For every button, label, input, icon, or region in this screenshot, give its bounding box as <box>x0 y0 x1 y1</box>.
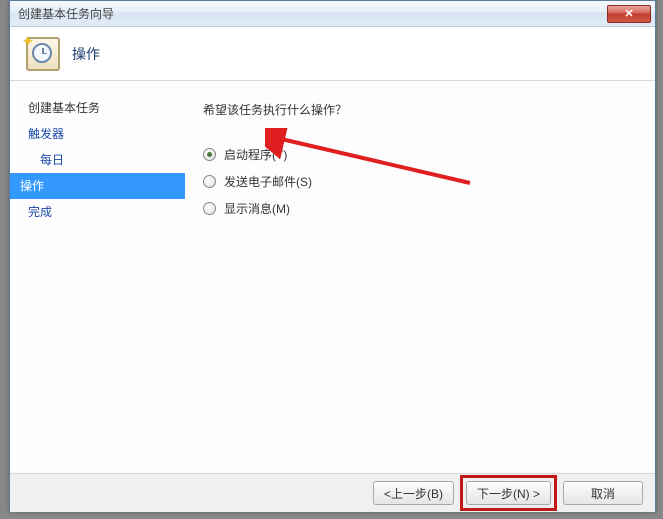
radio-icon <box>203 202 216 215</box>
step-finish[interactable]: 完成 <box>10 199 185 225</box>
cancel-button[interactable]: 取消 <box>563 481 643 505</box>
action-prompt: 希望该任务执行什么操作？ <box>203 101 637 118</box>
wizard-header: ✦ 操作 <box>10 27 655 81</box>
option-show-message[interactable]: 显示消息(M) <box>203 200 637 217</box>
wizard-footer: <上一步(B) 下一步(N) > 取消 <box>10 473 655 512</box>
step-trigger-daily[interactable]: 每日 <box>10 147 185 173</box>
close-icon: ✕ <box>624 7 633 20</box>
close-button[interactable]: ✕ <box>607 5 651 23</box>
wizard-body: 创建基本任务 触发器 每日 操作 完成 希望该任务执行什么操作？ 启动程序(T)… <box>10 81 655 473</box>
next-button[interactable]: 下一步(N) > <box>466 481 551 505</box>
task-scheduler-icon: ✦ <box>26 37 60 71</box>
option-start-program[interactable]: 启动程序(T) <box>203 146 637 163</box>
page-title: 操作 <box>72 44 100 64</box>
window-title: 创建基本任务向导 <box>18 5 607 22</box>
radio-icon <box>203 175 216 188</box>
step-trigger[interactable]: 触发器 <box>10 121 185 147</box>
back-button[interactable]: <上一步(B) <box>373 481 454 505</box>
annotation-highlight: 下一步(N) > <box>460 475 557 511</box>
option-send-email[interactable]: 发送电子邮件(S) <box>203 173 637 190</box>
step-create-basic-task[interactable]: 创建基本任务 <box>10 95 185 121</box>
wizard-content: 希望该任务执行什么操作？ 启动程序(T) 发送电子邮件(S) 显示消息(M) <box>185 81 655 473</box>
wizard-window: 创建基本任务向导 ✕ ✦ 操作 创建基本任务 触发器 每日 操作 完成 希望该任… <box>9 0 656 512</box>
titlebar: 创建基本任务向导 ✕ <box>10 1 655 27</box>
step-action[interactable]: 操作 <box>10 173 185 199</box>
option-label: 启动程序(T) <box>224 146 287 163</box>
radio-icon <box>203 148 216 161</box>
option-label: 发送电子邮件(S) <box>224 173 312 190</box>
wizard-steps: 创建基本任务 触发器 每日 操作 完成 <box>10 81 185 473</box>
option-label: 显示消息(M) <box>224 200 290 217</box>
